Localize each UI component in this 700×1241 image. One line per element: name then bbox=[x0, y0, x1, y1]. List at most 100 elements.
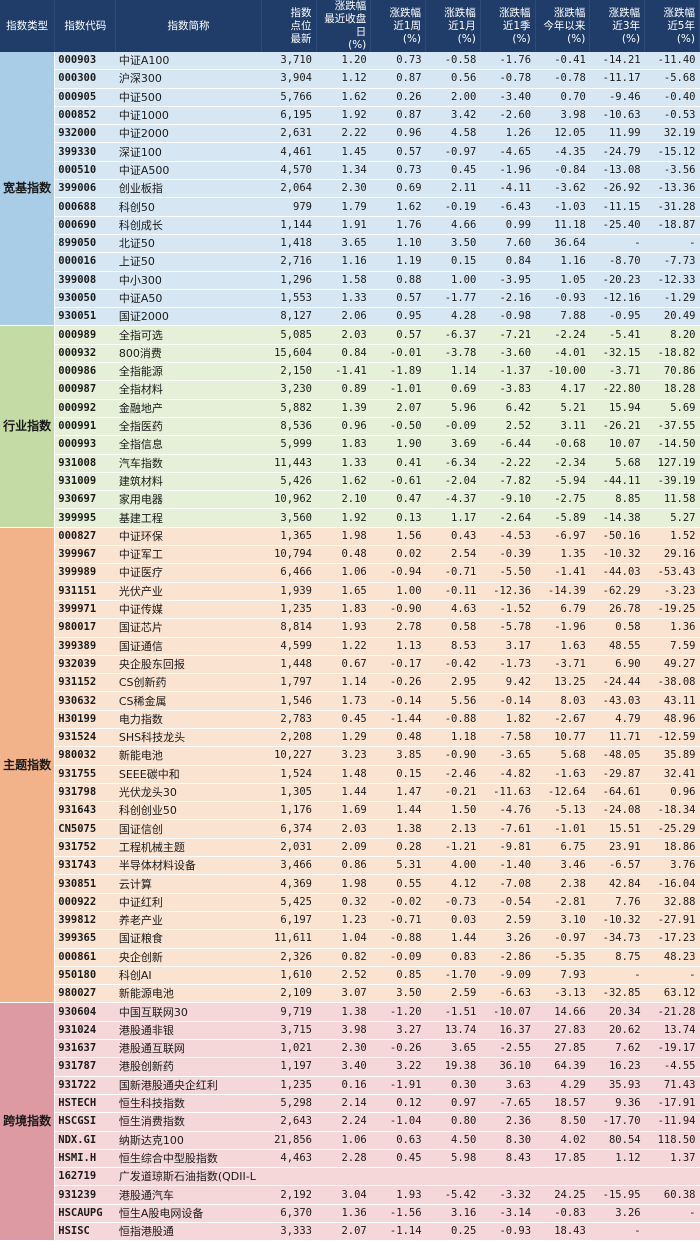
index-name: 全指可选 bbox=[115, 325, 262, 345]
index-code: 399812 bbox=[54, 911, 116, 931]
cell-value: -2.46 bbox=[425, 765, 481, 784]
index-code: 931009 bbox=[54, 472, 116, 492]
cell-value: -12.33 bbox=[644, 271, 700, 290]
table-row: HSCGSI 恒生消费指数 2,643 2.24 -1.04 0.80 2.36 8.50 -1… bbox=[0, 1112, 700, 1132]
cell-value: -62.29 bbox=[589, 582, 645, 601]
index-code: 399365 bbox=[54, 929, 116, 949]
cell-value: 8.85 bbox=[589, 490, 645, 510]
cell-value: -15.12 bbox=[644, 142, 700, 162]
index-name: 光伏龙头30 bbox=[115, 783, 262, 803]
index-name: 恒生A股电网设备 bbox=[115, 1204, 262, 1224]
cell-value: 3.98 bbox=[535, 106, 590, 126]
cell-value: -1.51 bbox=[425, 1002, 481, 1022]
index-code: 930632 bbox=[54, 691, 116, 711]
cell-value: 7.59 bbox=[644, 637, 700, 656]
cell-value: -1.96 bbox=[535, 618, 590, 638]
cell-value: -1.77 bbox=[425, 289, 481, 309]
index-name: 科创创业50 bbox=[115, 801, 262, 821]
cell-value: -6.44 bbox=[480, 435, 536, 455]
index-name: 全指能源 bbox=[115, 362, 262, 382]
index-name: 恒指港股通 bbox=[115, 1222, 262, 1241]
cell-value: -38.08 bbox=[644, 673, 700, 693]
cell-value: 0.26 bbox=[370, 88, 426, 107]
cell-value: 4.63 bbox=[425, 600, 481, 620]
cell-value: 2.54 bbox=[425, 545, 481, 565]
cell-value: 2.09 bbox=[316, 838, 371, 858]
cell-value: -4.65 bbox=[480, 142, 536, 162]
cell-value: -19.17 bbox=[644, 1039, 700, 1059]
index-code: 399008 bbox=[54, 271, 116, 290]
index-code: 931787 bbox=[54, 1057, 116, 1077]
table-row: 930697 家用电器 10,962 2.10 0.47 -4.37 -9.10 -2.75 8… bbox=[0, 490, 700, 510]
index-name: 全指医药 bbox=[115, 417, 262, 437]
index-name: 建筑材料 bbox=[115, 472, 262, 492]
index-code: 932039 bbox=[54, 655, 116, 675]
cell-value: -25.40 bbox=[589, 216, 645, 235]
cell-value: -6.63 bbox=[480, 984, 536, 1004]
cell-value: 2,208 bbox=[261, 728, 316, 748]
cell-value: 0.63 bbox=[370, 1131, 426, 1150]
cell-value: 7.76 bbox=[589, 893, 645, 912]
cell-value: -2.60 bbox=[480, 106, 536, 126]
index-name: 中证A500 bbox=[115, 161, 262, 181]
cell-value: 1.58 bbox=[316, 271, 371, 290]
cell-value: 0.45 bbox=[316, 710, 371, 729]
cell-value: -5.78 bbox=[480, 618, 536, 638]
cell-value: 0.97 bbox=[425, 1094, 481, 1114]
cell-value: -2.55 bbox=[480, 1039, 536, 1059]
header-category: 指数类型 bbox=[0, 0, 56, 52]
cell-value: -4.01 bbox=[535, 344, 590, 364]
cell-value: 8.30 bbox=[480, 1131, 536, 1150]
cell-value: 0.48 bbox=[316, 545, 371, 565]
cell-value: 2.07 bbox=[316, 1222, 371, 1241]
table-row: HSTECH 恒生科技指数 5,298 2.14 0.12 0.97 -7.65 18.57 9… bbox=[0, 1094, 700, 1114]
table-row: 399995 基建工程 3,560 1.92 0.13 1.17 -2.64 -5.89 -14… bbox=[0, 508, 700, 528]
cell-value: 0.83 bbox=[425, 948, 481, 967]
index-name: 恒生消费指数 bbox=[115, 1112, 262, 1132]
cell-value: 6.79 bbox=[535, 600, 590, 620]
cell-value: 10,227 bbox=[261, 746, 316, 766]
cell-value: 0.58 bbox=[425, 618, 481, 638]
table-row: 931637 港股通互联网 1,021 2.30 -0.26 3.65 -2.55 27.85… bbox=[0, 1039, 700, 1059]
cell-value: 0.89 bbox=[316, 380, 371, 400]
index-name: 光伏产业 bbox=[115, 582, 262, 601]
cell-value: 5,999 bbox=[261, 435, 316, 455]
cell-value: -3.32 bbox=[480, 1185, 536, 1205]
cell-value: -16.04 bbox=[644, 874, 700, 894]
index-name: SHS科技龙头 bbox=[115, 728, 262, 748]
cell-value: -0.78 bbox=[535, 69, 590, 89]
cell-value: -12.16 bbox=[589, 289, 645, 309]
cell-value: -29.87 bbox=[589, 765, 645, 784]
cell-value: 3.98 bbox=[316, 1021, 371, 1041]
index-code: HSMI.H bbox=[54, 1149, 116, 1169]
cell-value: 1.37 bbox=[644, 1149, 700, 1169]
cell-value: -0.11 bbox=[425, 582, 481, 601]
index-code: 931524 bbox=[54, 728, 116, 748]
cell-value: 3.10 bbox=[535, 911, 590, 931]
cell-value: 0.57 bbox=[370, 325, 426, 345]
index-code: 980017 bbox=[54, 618, 116, 638]
index-name: 工程机械主题 bbox=[115, 838, 262, 858]
cell-value: 1.62 bbox=[370, 197, 426, 217]
cell-value: 1.35 bbox=[535, 545, 590, 565]
cell-value: 3.65 bbox=[316, 234, 371, 254]
cell-value: -44.11 bbox=[589, 472, 645, 492]
table-row: 399812 养老产业 6,197 1.23 -0.71 0.03 2.59 3.10 -10.… bbox=[0, 911, 700, 931]
index-name: 央企股东回报 bbox=[115, 655, 262, 675]
cell-value: 4,599 bbox=[261, 637, 316, 656]
cell-value: 15,604 bbox=[261, 344, 316, 364]
cell-value: -0.19 bbox=[425, 197, 481, 217]
cell-value: -0.26 bbox=[370, 673, 426, 693]
cell-value: 1.00 bbox=[370, 582, 426, 601]
cell-value: -4.37 bbox=[425, 490, 481, 510]
table-row: 宽基指数 000903 中证A100 3,710 1.20 0.73 -0.58 -1.76-… bbox=[0, 52, 700, 327]
index-code: HSTECH bbox=[54, 1094, 116, 1114]
cell-value: 3.16 bbox=[425, 1204, 481, 1224]
cell-value: 1,610 bbox=[261, 966, 316, 986]
cell-value: -4.11 bbox=[480, 179, 536, 199]
index-code: 000300 bbox=[54, 69, 116, 89]
cell-value bbox=[425, 1167, 481, 1187]
cell-value: 0.70 bbox=[535, 88, 590, 107]
table-row: 931239 港股通汽车 2,192 3.04 1.93 -5.42 -3.32 24.25-… bbox=[0, 1185, 700, 1205]
index-name: 恒生综合中型股指数 bbox=[115, 1149, 262, 1169]
